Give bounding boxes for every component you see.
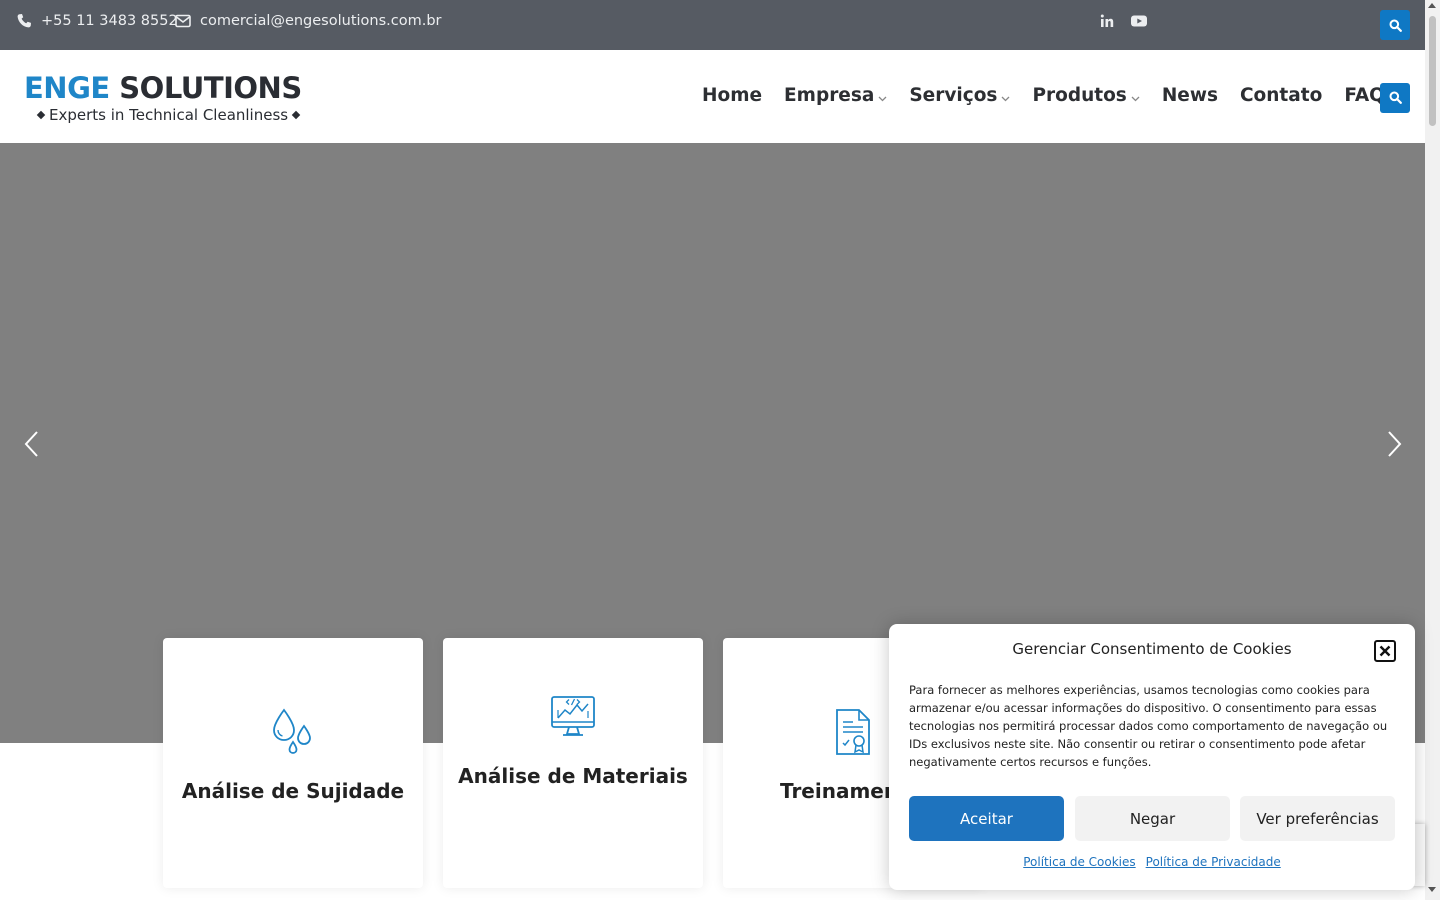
chevron-down-icon [878,86,887,107]
search-icon [1389,19,1402,32]
main-nav: Home Empresa Serviços Produtos News Cont… [702,83,1427,107]
water-drops-icon [271,708,315,760]
phone-icon [16,13,32,29]
service-card-sujidade[interactable]: Análise de Sujidade [163,638,423,888]
logo-wordmark: ENGE SOLUTIONS [24,71,302,105]
card-title: Análise de Sujidade [181,779,405,803]
cookie-policy-links: Política de Cookies Política de Privacid… [889,855,1415,869]
deny-button[interactable]: Negar [1075,796,1230,841]
nav-item-empresa[interactable]: Empresa [784,83,887,107]
cookie-policy-link[interactable]: Política de Cookies [1023,855,1135,869]
card-title: Treinamen [780,779,899,803]
monitor-chart-icon [549,693,597,745]
site-header: ENGE SOLUTIONS Experts in Technical Clea… [0,50,1425,143]
chevron-down-icon [1001,86,1010,107]
email-address: comercial@engesolutions.com.br [200,13,442,29]
nav-item-home[interactable]: Home [702,85,762,106]
chevron-right-icon [1384,431,1404,462]
phone-link[interactable]: +55 11 3483 8552 [16,13,178,29]
topbar-search-button[interactable] [1380,10,1410,40]
preferences-button[interactable]: Ver preferências [1240,796,1395,841]
scroll-down-arrow[interactable] [1428,887,1436,892]
cookie-dialog-text: Para fornecer as melhores experiências, … [909,683,1388,769]
search-icon [1389,89,1402,108]
close-icon [1379,642,1391,661]
service-card-materiais[interactable]: Análise de Materiais [443,638,703,888]
accept-button[interactable]: Aceitar [909,796,1064,841]
cookie-dialog-title: Gerenciar Consentimento de Cookies [1012,640,1292,658]
diamond-icon [291,110,301,120]
site-logo[interactable]: ENGE SOLUTIONS Experts in Technical Clea… [24,70,344,130]
scroll-thumb[interactable] [1429,16,1436,126]
chevron-left-icon [22,431,42,462]
nav-item-servicos[interactable]: Serviços [909,83,1010,107]
nav-item-contato[interactable]: Contato [1240,85,1322,106]
linkedin-icon[interactable] [1099,13,1115,29]
top-bar: +55 11 3483 8552 comercial@engesolutions… [0,0,1425,50]
close-button[interactable] [1374,640,1396,662]
logo-tagline: Experts in Technical Cleanliness [36,106,344,124]
certificate-document-icon [833,708,873,760]
nav-item-news[interactable]: News [1162,85,1218,106]
email-link[interactable]: comercial@engesolutions.com.br [175,13,442,29]
header-search-button[interactable] [1380,83,1410,113]
scroll-up-arrow[interactable] [1428,3,1436,8]
diamond-icon [36,110,46,120]
privacy-policy-link[interactable]: Política de Privacidade [1146,855,1281,869]
phone-number: +55 11 3483 8552 [41,13,178,29]
nav-item-produtos[interactable]: Produtos [1032,83,1140,107]
envelope-icon [175,14,191,28]
slider-prev-button[interactable] [22,430,42,458]
card-title: Análise de Materiais [458,764,688,788]
chevron-down-icon [1131,86,1140,107]
youtube-icon[interactable] [1130,13,1148,29]
slider-next-button[interactable] [1384,430,1404,458]
cookie-consent-dialog: Gerenciar Consentimento de Cookies Para … [889,624,1415,890]
page-scrollbar[interactable] [1425,0,1440,900]
